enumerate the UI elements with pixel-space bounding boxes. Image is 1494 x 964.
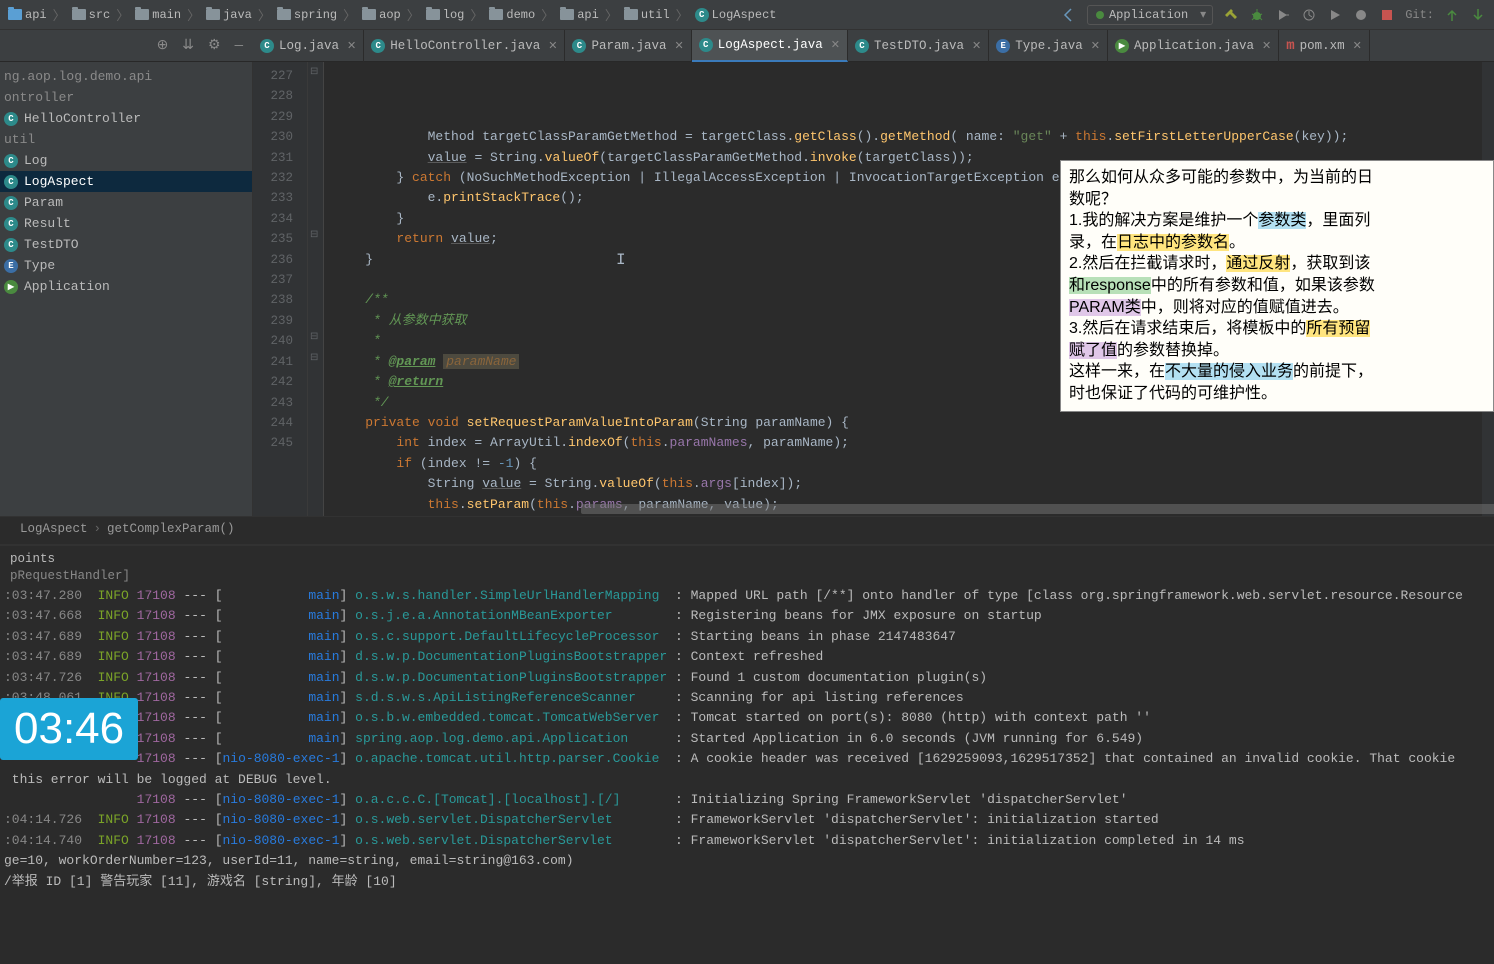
tree-item[interactable]: CParam <box>0 192 252 213</box>
breadcrumb-item[interactable]: demo <box>489 8 535 22</box>
close-tab-icon[interactable]: ✕ <box>969 39 981 53</box>
file-type-icon: C <box>572 39 586 53</box>
folder-icon <box>426 9 440 20</box>
tree-item[interactable]: util <box>0 129 252 150</box>
file-type-icon: ▶ <box>1115 39 1129 53</box>
folder-icon <box>8 9 22 20</box>
close-tab-icon[interactable]: ✕ <box>545 39 557 53</box>
file-type-icon: C <box>855 39 869 53</box>
horizontal-scrollbar[interactable] <box>581 504 1494 514</box>
toolbar-right: Application Git: <box>1061 5 1486 25</box>
class-icon: C <box>4 154 18 168</box>
editor-tab[interactable]: mpom.xm✕ <box>1279 30 1370 62</box>
run-console[interactable]: points pRequestHandler] :03:47.280 INFO … <box>0 544 1494 964</box>
breadcrumb-item[interactable]: spring <box>277 8 337 22</box>
file-type-icon: C <box>260 39 274 53</box>
vcs-commit-icon[interactable] <box>1470 7 1486 23</box>
class-icon: C <box>4 112 18 126</box>
folder-icon <box>560 9 574 20</box>
top-navigation-bar: api〉src〉main〉java〉spring〉aop〉log〉demo〉ap… <box>0 0 1494 30</box>
tree-item[interactable]: CLog <box>0 150 252 171</box>
editor-breadcrumb[interactable]: LogAspect›getComplexParam() <box>0 516 1494 544</box>
folder-icon <box>277 9 291 20</box>
breadcrumb-item[interactable]: src <box>72 8 111 22</box>
back-arrow-icon[interactable] <box>1061 7 1077 23</box>
class-icon: C <box>4 175 18 189</box>
annotation-popup: 那么如何从众多可能的参数中，为当前的日数呢？1.我的解决方案是维护一个参数类，里… <box>1060 160 1494 412</box>
tree-item[interactable]: CTestDTO <box>0 234 252 255</box>
tree-item[interactable]: EType <box>0 255 252 276</box>
breadcrumb-item[interactable]: java <box>206 8 252 22</box>
folder-icon <box>489 9 503 20</box>
class-icon: C <box>4 238 18 252</box>
editor-tab[interactable]: CParam.java✕ <box>565 30 691 62</box>
profiler-icon[interactable] <box>1301 7 1317 23</box>
folder-icon <box>362 9 376 20</box>
editor-tab[interactable]: CTestDTO.java✕ <box>848 30 989 62</box>
close-tab-icon[interactable]: ✕ <box>1350 39 1362 53</box>
folder-icon <box>206 9 220 20</box>
close-tab-icon[interactable]: ✕ <box>344 39 356 53</box>
class-icon: C <box>695 8 709 22</box>
collapse-icon[interactable]: ⇊ <box>182 37 194 54</box>
debug-icon[interactable] <box>1249 7 1265 23</box>
settings-gear-icon[interactable]: ⚙ <box>208 37 221 54</box>
tree-item[interactable]: CLogAspect <box>0 171 252 192</box>
console-subheader: pRequestHandler] <box>10 569 1484 583</box>
editor-tab[interactable]: CHelloController.java✕ <box>364 30 565 62</box>
editor-tab[interactable]: ▶Application.java✕ <box>1108 30 1279 62</box>
tree-item[interactable]: ng.aop.log.demo.api <box>0 66 252 87</box>
close-tab-icon[interactable]: ✕ <box>828 38 840 52</box>
folder-icon <box>624 9 638 20</box>
breadcrumb-item[interactable]: log <box>426 8 465 22</box>
editor-tab[interactable]: CLogAspect.java✕ <box>692 30 848 62</box>
breadcrumb-item[interactable]: util <box>624 8 670 22</box>
path-breadcrumbs: api〉src〉main〉java〉spring〉aop〉log〉demo〉ap… <box>8 5 1061 24</box>
editor-tab[interactable]: EType.java✕ <box>989 30 1108 62</box>
breadcrumb-item[interactable]: CLogAspect <box>695 8 777 22</box>
tree-item[interactable]: ontroller <box>0 87 252 108</box>
editor-tabs: CLog.java✕CHelloController.java✕CParam.j… <box>253 30 1494 62</box>
run-with-coverage-icon[interactable] <box>1275 7 1291 23</box>
breadcrumb-item[interactable]: aop <box>362 8 401 22</box>
close-tab-icon[interactable]: ✕ <box>1259 39 1271 53</box>
console-output[interactable]: :03:47.280 INFO 17108 --- [ main] o.s.w.… <box>0 586 1494 892</box>
project-tree[interactable]: ng.aop.log.demo.apiontrollerCHelloContro… <box>0 62 253 516</box>
breadcrumb-item[interactable]: api <box>8 8 47 22</box>
hide-icon[interactable]: — <box>235 38 243 54</box>
breadcrumb-item[interactable]: api <box>560 8 599 22</box>
file-type-icon: C <box>371 39 385 53</box>
stop-icon[interactable] <box>1379 7 1395 23</box>
tree-item[interactable]: CResult <box>0 213 252 234</box>
text-cursor: I <box>616 250 626 270</box>
class-icon: C <box>4 217 18 231</box>
line-number-gutter: 2272282292302312322332342352362372382392… <box>253 62 308 516</box>
run-configuration-selector[interactable]: Application <box>1087 5 1213 25</box>
file-type-icon: m <box>1286 38 1294 54</box>
tree-item[interactable]: CHelloController <box>0 108 252 129</box>
close-tab-icon[interactable]: ✕ <box>1088 39 1100 53</box>
class-icon: ▶ <box>4 280 18 294</box>
folder-icon <box>135 9 149 20</box>
file-type-icon: C <box>699 38 713 52</box>
class-icon: C <box>4 196 18 210</box>
vcs-update-icon[interactable] <box>1444 7 1460 23</box>
build-icon[interactable] <box>1223 7 1239 23</box>
breadcrumb-item[interactable]: main <box>135 8 181 22</box>
sub-toolbar: ⊕ ⇊ ⚙ — CLog.java✕CHelloController.java✕… <box>0 30 1494 62</box>
editor-tab[interactable]: CLog.java✕ <box>253 30 364 62</box>
file-type-icon: E <box>996 39 1010 53</box>
attach-debugger-icon[interactable] <box>1353 7 1369 23</box>
run-icon[interactable] <box>1327 7 1343 23</box>
git-label: Git: <box>1405 8 1434 22</box>
target-icon[interactable]: ⊕ <box>157 37 169 54</box>
tree-item[interactable]: ▶Application <box>0 276 252 297</box>
folder-icon <box>72 9 86 20</box>
console-tab-label[interactable]: points <box>10 552 1484 566</box>
close-tab-icon[interactable]: ✕ <box>672 39 684 53</box>
class-icon: E <box>4 259 18 273</box>
fold-column[interactable]: ⊟⊟⊟⊟ <box>308 62 324 516</box>
timer-overlay: 03:46 <box>0 698 138 760</box>
